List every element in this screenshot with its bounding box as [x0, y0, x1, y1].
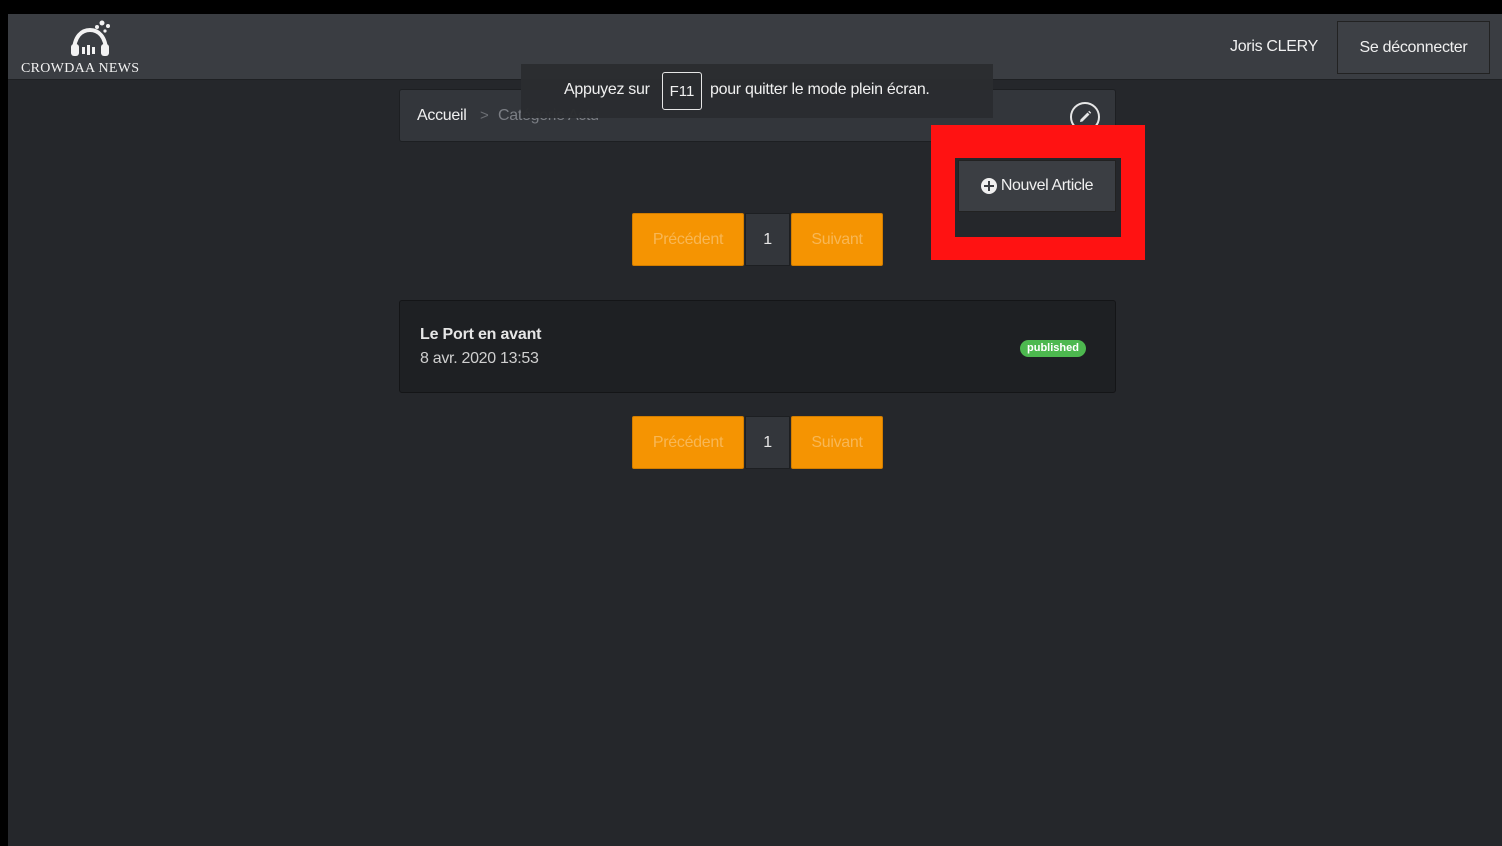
- current-page[interactable]: 1: [745, 213, 790, 266]
- current-page[interactable]: 1: [745, 416, 790, 469]
- brand-logo[interactable]: CROWDAA NEWS: [20, 18, 160, 76]
- user-name: Joris CLERY: [1230, 38, 1318, 55]
- article-date: 8 avr. 2020 13:53: [420, 350, 539, 367]
- breadcrumb-separator: >: [480, 107, 489, 124]
- status-badge: published: [1020, 340, 1086, 357]
- article-list-item[interactable]: Le Port en avant 8 avr. 2020 13:53 publi…: [399, 300, 1116, 393]
- new-article-button[interactable]: Nouvel Article: [958, 160, 1116, 212]
- previous-page-button[interactable]: Précédent: [632, 416, 744, 469]
- article-title: Le Port en avant: [420, 326, 542, 343]
- app-window: CROWDAA NEWS Joris CLERY Se déconnecter …: [8, 14, 1502, 846]
- pencil-icon: [1080, 110, 1092, 122]
- pagination-top: Précédent 1 Suivant: [632, 213, 884, 266]
- fullscreen-notice-prefix: Appuyez sur: [564, 81, 650, 98]
- previous-page-button[interactable]: Précédent: [632, 213, 744, 266]
- new-article-label: Nouvel Article: [1000, 177, 1094, 194]
- plus-circle-icon: [980, 178, 997, 194]
- next-page-button[interactable]: Suivant: [791, 416, 883, 469]
- f11-key: F11: [662, 72, 702, 110]
- fullscreen-notice: Appuyez sur F11 pour quitter le mode ple…: [521, 64, 993, 118]
- brand-name: CROWDAA NEWS: [21, 61, 140, 76]
- logo-headphones-icon: [71, 20, 110, 56]
- logout-button[interactable]: Se déconnecter: [1337, 21, 1490, 74]
- breadcrumb-home-link[interactable]: Accueil: [417, 107, 467, 125]
- next-page-button[interactable]: Suivant: [791, 213, 883, 266]
- fullscreen-notice-suffix: pour quitter le mode plein écran.: [710, 81, 930, 98]
- pagination-bottom: Précédent 1 Suivant: [632, 416, 884, 469]
